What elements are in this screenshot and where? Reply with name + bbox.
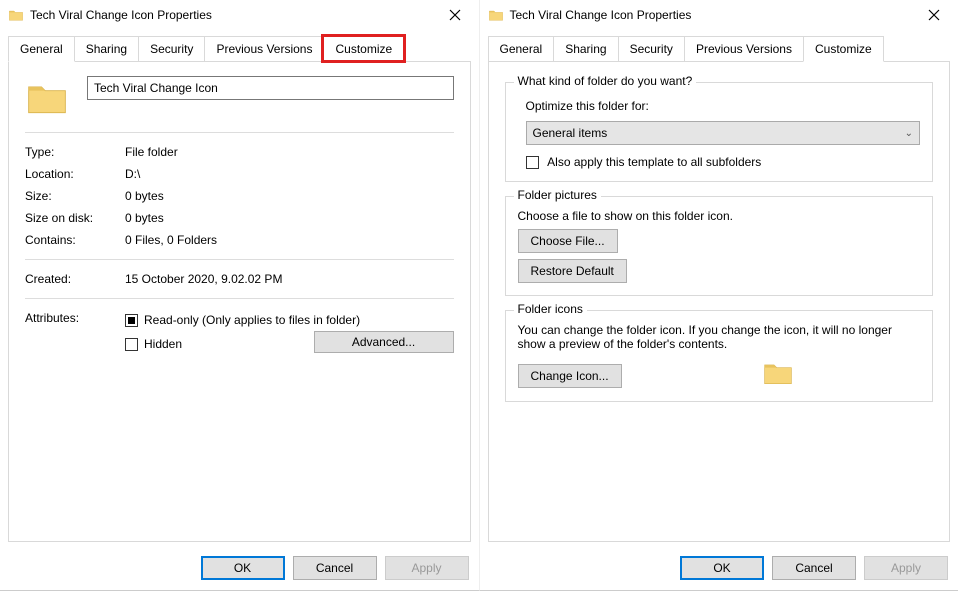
hidden-checkbox[interactable]: [125, 338, 138, 351]
tab-security[interactable]: Security: [138, 36, 205, 61]
group-folder-kind: What kind of folder do you want? Optimiz…: [505, 82, 934, 182]
hidden-label: Hidden: [144, 337, 182, 351]
dialog-buttons: OK Cancel Apply: [480, 550, 958, 590]
cancel-button[interactable]: Cancel: [772, 556, 856, 580]
size-on-disk-value: 0 bytes: [125, 211, 454, 225]
folder-large-icon: [25, 76, 69, 120]
also-apply-label: Also apply this template to all subfolde…: [547, 155, 761, 169]
customize-tab-content: What kind of folder do you want? Optimiz…: [488, 61, 951, 542]
choose-file-button[interactable]: Choose File...: [518, 229, 618, 253]
location-value: D:\: [125, 167, 454, 181]
titlebar: Tech Viral Change Icon Properties: [480, 0, 958, 30]
cancel-button[interactable]: Cancel: [293, 556, 377, 580]
ok-button[interactable]: OK: [680, 556, 764, 580]
change-icon-button[interactable]: Change Icon...: [518, 364, 622, 388]
location-label: Location:: [25, 167, 125, 181]
titlebar: Tech Viral Change Icon Properties: [0, 0, 479, 30]
group-kind-legend: What kind of folder do you want?: [514, 74, 697, 88]
readonly-checkbox[interactable]: [125, 314, 138, 327]
chevron-down-icon: ⌄: [905, 128, 913, 139]
contains-value: 0 Files, 0 Folders: [125, 233, 454, 247]
size-value: 0 bytes: [125, 189, 454, 203]
created-value: 15 October 2020, 9.02.02 PM: [125, 272, 454, 286]
advanced-button[interactable]: Advanced...: [314, 331, 454, 353]
group-pictures-legend: Folder pictures: [514, 188, 601, 202]
tab-customize[interactable]: Customize: [323, 36, 404, 61]
properties-dialog-customize: Tech Viral Change Icon Properties Genera…: [480, 0, 958, 591]
restore-default-button[interactable]: Restore Default: [518, 259, 627, 283]
general-tab-content: Type:File folder Location:D:\ Size:0 byt…: [8, 61, 471, 542]
optimize-select[interactable]: General items ⌄: [526, 121, 921, 145]
icons-desc: You can change the folder icon. If you c…: [518, 323, 921, 351]
tab-sharing[interactable]: Sharing: [74, 36, 139, 61]
pictures-desc: Choose a file to show on this folder ico…: [518, 209, 921, 223]
window-title: Tech Viral Change Icon Properties: [510, 8, 913, 22]
tab-general[interactable]: General: [488, 36, 555, 61]
close-button[interactable]: [912, 1, 956, 29]
tab-sharing[interactable]: Sharing: [553, 36, 618, 61]
tab-previous-versions[interactable]: Previous Versions: [204, 36, 324, 61]
folder-icon: [8, 7, 24, 23]
type-value: File folder: [125, 145, 454, 159]
tab-row: General Sharing Security Previous Versio…: [0, 30, 479, 61]
dialog-buttons: OK Cancel Apply: [0, 550, 479, 590]
also-apply-checkbox[interactable]: [526, 156, 539, 169]
optimize-label: Optimize this folder for:: [526, 99, 921, 113]
tab-security[interactable]: Security: [618, 36, 685, 61]
window-title: Tech Viral Change Icon Properties: [30, 8, 433, 22]
tab-customize[interactable]: Customize: [803, 36, 884, 62]
attributes-label: Attributes:: [25, 311, 125, 325]
size-on-disk-label: Size on disk:: [25, 211, 125, 225]
apply-button[interactable]: Apply: [385, 556, 469, 580]
group-icons-legend: Folder icons: [514, 302, 587, 316]
group-folder-pictures: Folder pictures Choose a file to show on…: [505, 196, 934, 296]
type-label: Type:: [25, 145, 125, 159]
folder-icon: [488, 7, 504, 23]
close-button[interactable]: [433, 1, 477, 29]
tab-general[interactable]: General: [8, 36, 75, 62]
folder-preview-icon: [762, 357, 794, 389]
contains-label: Contains:: [25, 233, 125, 247]
size-label: Size:: [25, 189, 125, 203]
created-label: Created:: [25, 272, 125, 286]
group-folder-icons: Folder icons You can change the folder i…: [505, 310, 934, 402]
apply-button[interactable]: Apply: [864, 556, 948, 580]
ok-button[interactable]: OK: [201, 556, 285, 580]
optimize-select-value: General items: [533, 126, 608, 140]
readonly-label: Read-only (Only applies to files in fold…: [144, 313, 360, 327]
tab-row: General Sharing Security Previous Versio…: [480, 30, 958, 61]
properties-dialog-general: Tech Viral Change Icon Properties Genera…: [0, 0, 480, 591]
tab-previous-versions[interactable]: Previous Versions: [684, 36, 804, 61]
folder-name-input[interactable]: [87, 76, 454, 100]
